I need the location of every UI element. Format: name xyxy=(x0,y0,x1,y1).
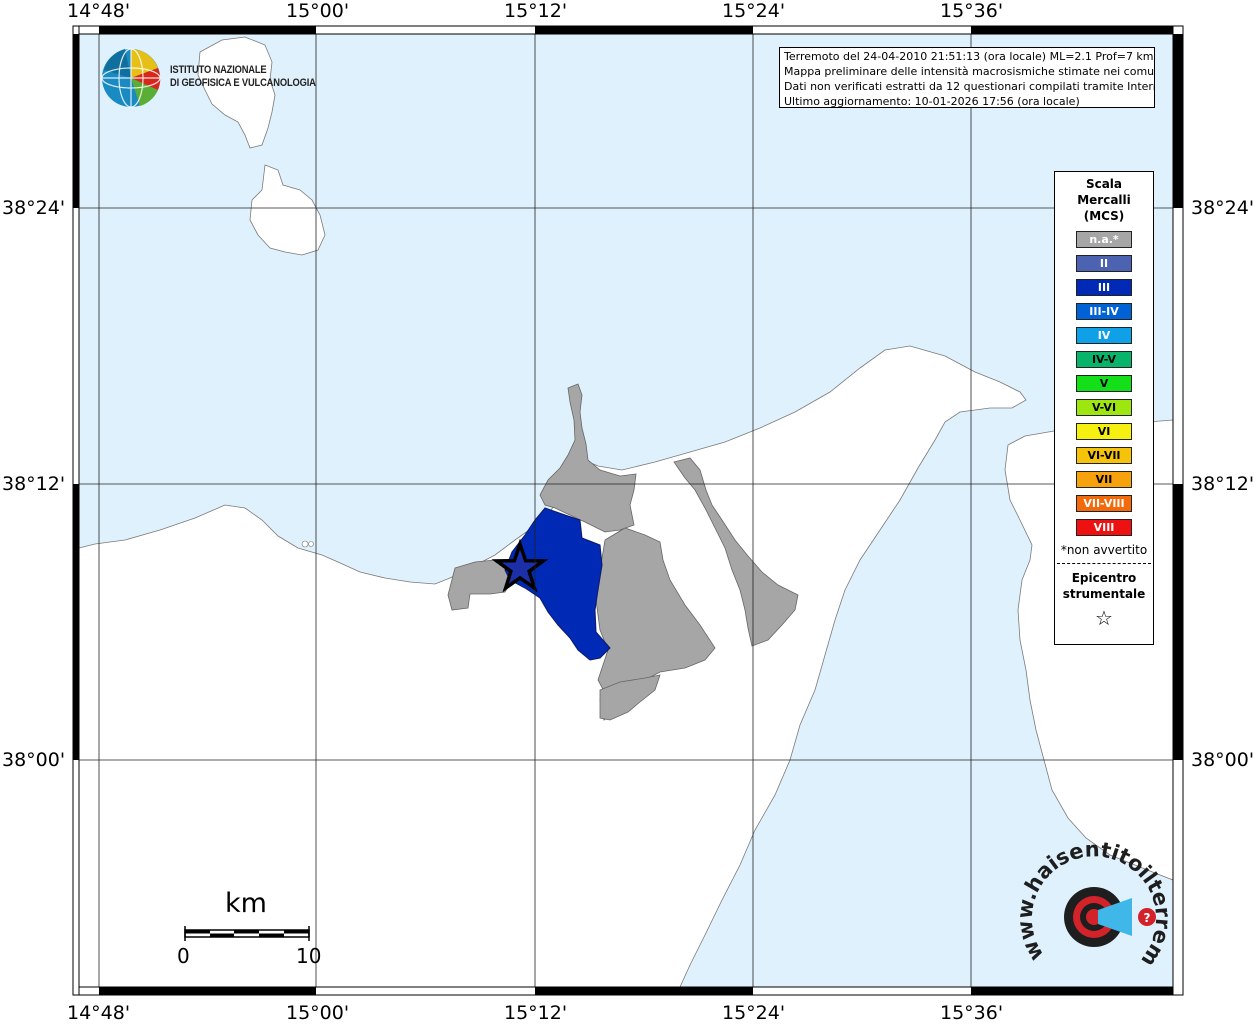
legend-item: II xyxy=(1076,255,1132,272)
legend-items: n.a.* II III III-IV IV IV-V V V-VI VI VI-VII VII VI… xyxy=(1055,231,1153,536)
lon-label-bottom: 14°48' xyxy=(67,1002,131,1024)
legend-item: VII xyxy=(1076,471,1132,488)
info-line-description: Mappa preliminare delle intensità macros… xyxy=(784,65,1155,78)
earthquake-info-box: Terremoto del 24-04-2010 21:51:13 (ora l… xyxy=(779,47,1155,108)
lon-label-bottom: 15°36' xyxy=(940,1002,1004,1024)
legend-item: V-VI xyxy=(1076,399,1132,416)
ingv-globe-logo-icon xyxy=(101,48,161,108)
lon-label-bottom: 15°12' xyxy=(504,1002,568,1024)
lon-label-top: 14°48' xyxy=(67,0,131,22)
legend-item: III-IV xyxy=(1076,303,1132,320)
legend-separator xyxy=(1057,563,1151,564)
legend-item: VI-VII xyxy=(1076,447,1132,464)
legend-item: V xyxy=(1076,375,1132,392)
ingv-logo-line: ISTITUTO NAZIONALE xyxy=(170,64,267,76)
lon-label-bottom: 15°24' xyxy=(722,1002,786,1024)
legend-item: III xyxy=(1076,279,1132,296)
legend-title-line: Mercalli xyxy=(1077,193,1131,207)
scale-unit-label: km xyxy=(225,888,267,919)
lat-label-right: 38°00' xyxy=(1191,749,1255,771)
lon-label-top: 15°00' xyxy=(286,0,350,22)
islet xyxy=(308,541,314,547)
scale-end-label: 10 xyxy=(296,944,322,968)
legend-epicenter-label: Epicentro strumentale xyxy=(1055,570,1153,602)
legend-title: Scala Mercalli (MCS) xyxy=(1055,176,1153,224)
lon-label-top: 15°24' xyxy=(722,0,786,22)
lon-label-top: 15°36' xyxy=(940,0,1004,22)
legend-item: VIII xyxy=(1076,519,1132,536)
lon-label-bottom: 15°00' xyxy=(286,1002,350,1024)
islet xyxy=(301,540,309,548)
lat-label-right: 38°24' xyxy=(1191,197,1255,219)
legend-item: VI xyxy=(1076,423,1132,440)
scale-start-label: 0 xyxy=(177,944,190,968)
info-line-source: Dati non verificati estratti da 12 quest… xyxy=(784,80,1155,93)
ingv-logo-line: DI GEOFISICA E VULCANOLOGIA xyxy=(170,77,316,89)
lat-label-left: 38°12' xyxy=(2,473,66,495)
legend-title-line: (MCS) xyxy=(1083,209,1125,223)
lon-label-top: 15°12' xyxy=(504,0,568,22)
mcs-legend: Scala Mercalli (MCS) n.a.* II III III-IV IV I… xyxy=(1054,171,1154,645)
legend-item: IV-V xyxy=(1076,351,1132,368)
lat-label-left: 38°00' xyxy=(2,749,66,771)
lat-label-right: 38°12' xyxy=(1191,473,1255,495)
legend-item: n.a.* xyxy=(1076,231,1132,248)
info-line-updated: Ultimo aggiornamento: 10-01-2026 17:56 (… xyxy=(784,95,1080,108)
ingv-logo-text: ISTITUTO NAZIONALE DI GEOFISICA E VULCAN… xyxy=(170,64,316,90)
legend-star-icon: ☆ xyxy=(1095,606,1113,630)
legend-item: VII-VIII xyxy=(1076,495,1132,512)
legend-epicenter-line: Epicentro xyxy=(1071,571,1137,585)
legend-note: *non avvertito xyxy=(1060,543,1148,557)
legend-epicenter-line: strumentale xyxy=(1062,587,1146,601)
legend-title-line: Scala xyxy=(1085,177,1123,191)
info-line-event: Terremoto del 24-04-2010 21:51:13 (ora l… xyxy=(784,50,1154,63)
lat-label-left: 38°24' xyxy=(2,197,66,219)
legend-item: IV xyxy=(1076,327,1132,344)
svg-text:?: ? xyxy=(1144,911,1151,925)
